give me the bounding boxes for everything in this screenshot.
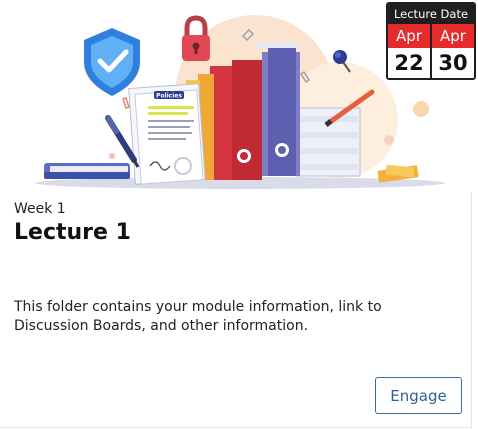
policies-document: Policies xyxy=(128,83,206,185)
start-date: Apr 22 xyxy=(388,24,430,78)
end-date: Apr 30 xyxy=(430,24,474,78)
book xyxy=(44,163,130,179)
lecture-card: Policies Lecture Date Apr 22 Apr 30 Week… xyxy=(0,0,476,428)
document-heading: Policies xyxy=(156,93,182,100)
lecture-date-badge: Lecture Date Apr 22 Apr 30 xyxy=(386,2,476,80)
engage-button[interactable]: Engage xyxy=(375,377,462,414)
paper-stack xyxy=(292,107,361,177)
start-month: Apr xyxy=(388,24,430,48)
end-month: Apr xyxy=(432,24,474,48)
decor-dot xyxy=(384,135,394,145)
week-label: Week 1 xyxy=(14,201,66,217)
lecture-title: Lecture 1 xyxy=(14,220,131,245)
decor-dot xyxy=(413,101,429,117)
lecture-description: This folder contains your module informa… xyxy=(14,299,382,334)
shield-check-icon xyxy=(84,28,140,96)
padlock-icon xyxy=(182,15,210,61)
start-day: 22 xyxy=(388,48,430,78)
decor-dot xyxy=(109,153,115,159)
lecture-date-title: Lecture Date xyxy=(388,4,474,24)
end-day: 30 xyxy=(432,48,474,78)
paperclip-icon xyxy=(122,97,130,109)
